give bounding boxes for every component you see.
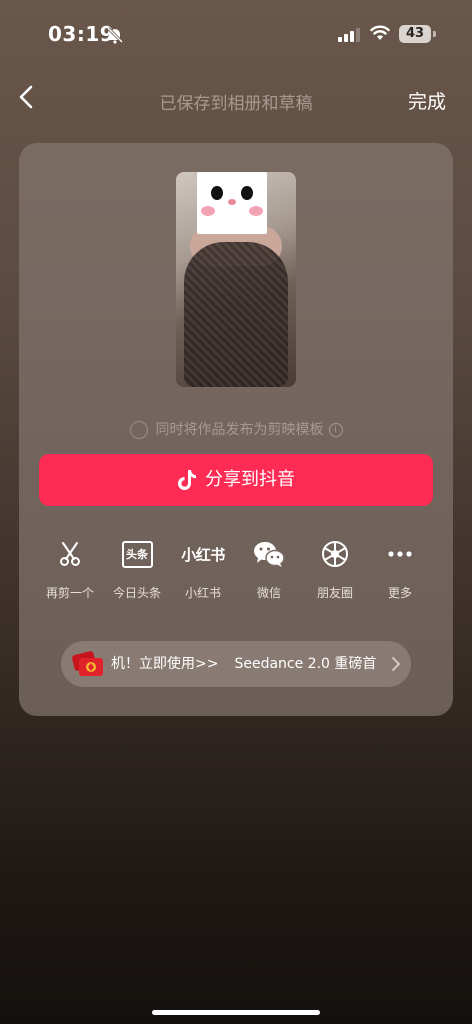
bell-muted-icon — [106, 26, 124, 44]
share-targets-row: 再剪一个 头条 今日头条 小红书 小红书 微信 朋友圈 更多 — [19, 540, 453, 600]
status-time: 03:19 — [48, 22, 115, 46]
battery-tip — [433, 31, 436, 37]
thumbnail-garment — [184, 242, 288, 387]
info-icon[interactable]: i — [328, 423, 343, 437]
wifi-icon — [370, 25, 390, 40]
cat-eye — [241, 186, 253, 200]
share-target-toutiao[interactable]: 头条 今日头条 — [104, 540, 170, 601]
scissors-icon — [60, 542, 80, 566]
share-target-label: 微信 — [256, 586, 281, 600]
share-target-label: 今日头条 — [112, 586, 161, 600]
cat-nose — [228, 199, 236, 205]
share-target-more[interactable]: 更多 — [367, 540, 433, 601]
toutiao-icon: 头条 — [121, 540, 153, 568]
home-indicator[interactable] — [152, 1010, 320, 1015]
moments-icon — [322, 541, 348, 567]
share-target-xiaohongshu[interactable]: 小红书 小红书 — [170, 540, 236, 601]
share-target-label: 小红书 — [184, 586, 221, 600]
douyin-icon — [178, 470, 196, 490]
page-title: 已保存到相册和草稿 — [159, 94, 313, 114]
done-button[interactable]: 完成 — [408, 87, 446, 114]
cat-eye — [211, 186, 223, 200]
status-bar: 03:19 43 — [0, 0, 472, 70]
share-to-douyin-button[interactable]: 分享到抖音 — [39, 454, 433, 506]
share-target-wechat[interactable]: 微信 — [236, 540, 302, 601]
promo-text-part2: Seedance 2.0 重磅首 — [234, 656, 377, 672]
promo-text-part1: 机！立即使用>> — [111, 656, 219, 672]
red-envelope-icon — [72, 651, 103, 676]
share-button-label: 分享到抖音 — [205, 469, 295, 490]
share-target-label: 更多 — [387, 586, 412, 600]
share-target-recut[interactable]: 再剪一个 — [37, 540, 103, 601]
promo-banner[interactable]: 机！立即使用>> Seedance 2.0 重磅首 — [61, 641, 411, 687]
promo-banner-text: 机！立即使用>> Seedance 2.0 重磅首 — [111, 641, 376, 687]
cat-face-sticker — [197, 172, 267, 234]
cellular-signal-icon — [338, 28, 360, 42]
more-icon — [388, 551, 412, 557]
share-target-label: 朋友圈 — [316, 586, 353, 600]
xiaohongshu-icon: 小红书 — [181, 545, 225, 564]
battery-indicator: 43 — [399, 25, 431, 43]
share-card: 同时将作品发布为剪映模板 i 分享到抖音 再剪一个 头条 今日头条 小红书 小红… — [19, 143, 453, 716]
share-target-moments[interactable]: 朋友圈 — [302, 540, 368, 601]
cat-blush — [201, 206, 215, 216]
share-target-label: 再剪一个 — [45, 586, 94, 600]
wechat-icon — [254, 542, 285, 567]
template-radio[interactable] — [129, 421, 148, 439]
template-option-label: 同时将作品发布为剪映模板 — [155, 422, 324, 438]
cat-blush — [249, 206, 263, 216]
chevron-right-icon — [392, 657, 401, 671]
video-thumbnail[interactable] — [176, 172, 296, 387]
publish-template-option[interactable]: 同时将作品发布为剪映模板 i — [19, 419, 453, 439]
